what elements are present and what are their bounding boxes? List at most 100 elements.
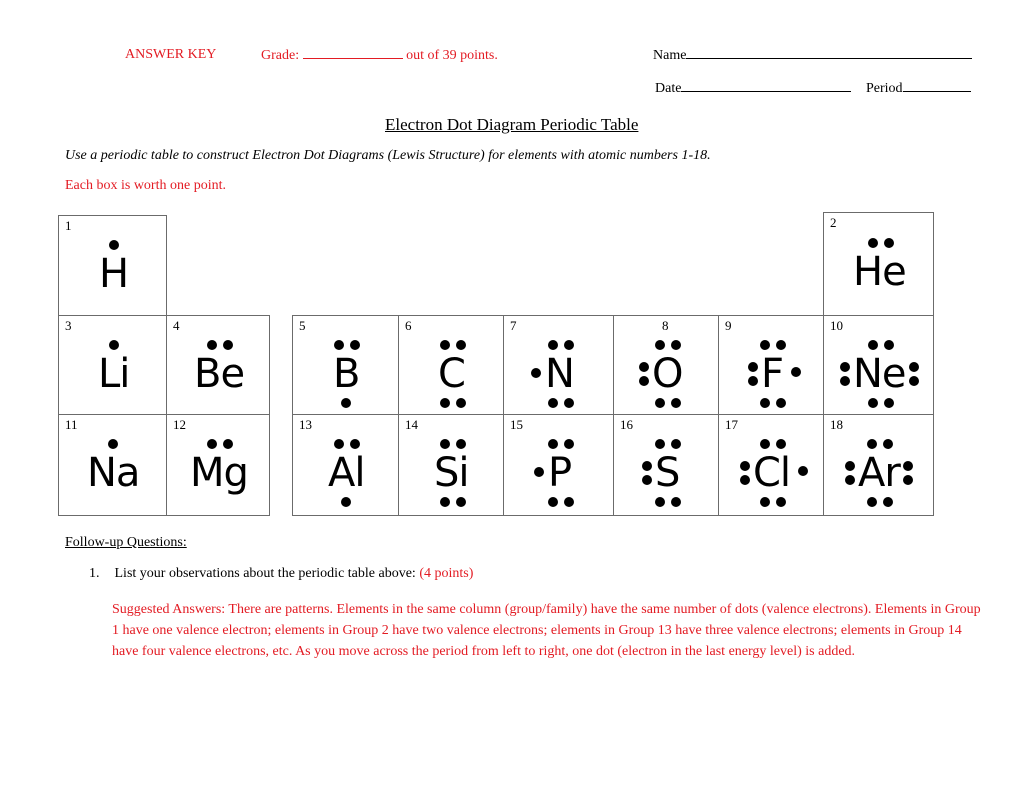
- valence-electron-dot: [867, 238, 878, 248]
- valence-electron-dot: [334, 439, 344, 449]
- element-symbol: F: [761, 351, 784, 397]
- valence-electron-dot: [563, 439, 574, 449]
- valence-electron-dot: [455, 497, 466, 507]
- valence-electron-dot: [547, 398, 558, 408]
- name-blank[interactable]: [686, 47, 973, 59]
- valence-electron-dot: [439, 340, 450, 350]
- valence-electron-dot: [655, 340, 665, 350]
- atomic-number: 16: [620, 417, 633, 432]
- valence-electron-dot: [748, 376, 758, 386]
- valence-electron-dot: [108, 439, 118, 449]
- valence-electron-dot: [883, 398, 894, 408]
- valence-electron-dot: [867, 398, 878, 408]
- valence-electron-dot: [903, 461, 913, 471]
- valence-electron-dot: [867, 439, 877, 449]
- date-label: Date: [655, 81, 682, 96]
- element-cell-n: 7N: [503, 315, 614, 415]
- instructions: Use a periodic table to construct Electr…: [65, 148, 711, 163]
- valence-electron-dot: [798, 466, 808, 476]
- valence-electron-dot: [883, 340, 894, 350]
- valence-electron-dot: [350, 439, 360, 449]
- valence-electron-dot: [845, 461, 855, 471]
- element-cell-ar: 18 Ar: [823, 414, 934, 516]
- period-line: Period: [866, 80, 971, 97]
- element-symbol: H: [99, 251, 129, 297]
- suggested-answer: Suggested Answers: There are patterns. E…: [112, 602, 981, 659]
- valence-electron-dot: [642, 461, 652, 471]
- element-symbol: C: [438, 351, 466, 397]
- valence-electron-dot: [759, 497, 770, 507]
- grade-line: Grade: out of 39 points.: [261, 47, 498, 64]
- element-cell-mg: 12 Mg: [166, 414, 270, 516]
- date-line: Date: [655, 80, 852, 97]
- grade-suffix: out of 39 points.: [406, 48, 498, 63]
- atomic-number: 17: [725, 417, 738, 432]
- valence-electron-dot: [671, 497, 681, 507]
- valence-electron-dot: [840, 362, 850, 372]
- period-blank[interactable]: [902, 80, 971, 92]
- atomic-number: 8: [662, 318, 669, 333]
- atomic-number: 14: [405, 417, 418, 432]
- valence-electron-dot: [207, 439, 217, 449]
- question-points: (4 points): [419, 566, 474, 581]
- scoring-note: Each box is worth one point.: [65, 178, 226, 193]
- valence-electron-dot: [439, 398, 450, 408]
- valence-electron-dot: [341, 497, 351, 507]
- atomic-number: 15: [510, 417, 523, 432]
- element-cell-si: 14 Si: [398, 414, 504, 516]
- element-symbol: Ne: [853, 351, 907, 397]
- element-cell-li: 3 Li: [58, 315, 167, 415]
- question-1: 1. List your observations about the peri…: [89, 566, 473, 582]
- valence-electron-dot: [534, 467, 544, 477]
- element-symbol: He: [853, 249, 907, 295]
- element-cell-p: 15 P: [503, 414, 614, 516]
- valence-electron-dot: [671, 439, 681, 449]
- element-symbol: S: [655, 450, 680, 496]
- name-label: Name: [653, 48, 687, 63]
- valence-electron-dot: [883, 238, 894, 248]
- valence-electron-dot: [883, 439, 893, 449]
- answer-key-label: ANSWER KEY: [125, 47, 217, 62]
- valence-electron-dot: [639, 362, 649, 372]
- period-label: Period: [866, 81, 903, 96]
- element-symbol: Al: [328, 450, 365, 496]
- valence-electron-dot: [655, 497, 665, 507]
- valence-electron-dot: [223, 340, 233, 350]
- valence-electron-dot: [350, 340, 360, 350]
- valence-electron-dot: [909, 376, 919, 386]
- element-cell-ne: 10 Ne: [823, 315, 934, 415]
- valence-electron-dot: [791, 367, 801, 377]
- valence-electron-dot: [671, 340, 681, 350]
- element-symbol: Li: [98, 351, 130, 397]
- valence-electron-dot: [547, 439, 558, 449]
- element-symbol: Si: [434, 450, 470, 496]
- valence-electron-dot: [883, 497, 893, 507]
- grade-blank[interactable]: [302, 47, 403, 59]
- valence-electron-dot: [740, 475, 750, 485]
- valence-electron-dot: [840, 376, 850, 386]
- valence-electron-dot: [642, 475, 652, 485]
- atomic-number: 9: [725, 318, 732, 333]
- atomic-number: 13: [299, 417, 312, 432]
- valence-electron-dot: [867, 340, 878, 350]
- valence-electron-dot: [845, 475, 855, 485]
- followup-heading: Follow-up Questions:: [65, 535, 187, 551]
- valence-electron-dot: [775, 439, 786, 449]
- element-symbol: Mg: [190, 450, 249, 496]
- element-cell-be: 4 Be: [166, 315, 270, 415]
- atomic-number: 1: [65, 218, 72, 233]
- element-cell-b: 5B: [292, 315, 399, 415]
- valence-electron-dot: [563, 497, 574, 507]
- valence-electron-dot: [776, 340, 786, 350]
- valence-electron-dot: [563, 340, 574, 350]
- element-cell-s: 16 S: [613, 414, 719, 516]
- atomic-number: 5: [299, 318, 306, 333]
- element-symbol: N: [545, 351, 575, 397]
- valence-electron-dot: [671, 398, 681, 408]
- date-blank[interactable]: [681, 80, 852, 92]
- element-cell-h: 1H: [58, 215, 167, 316]
- valence-electron-dot: [867, 497, 877, 507]
- valence-electron-dot: [439, 497, 450, 507]
- valence-electron-dot: [207, 340, 217, 350]
- valence-electron-dot: [531, 368, 541, 378]
